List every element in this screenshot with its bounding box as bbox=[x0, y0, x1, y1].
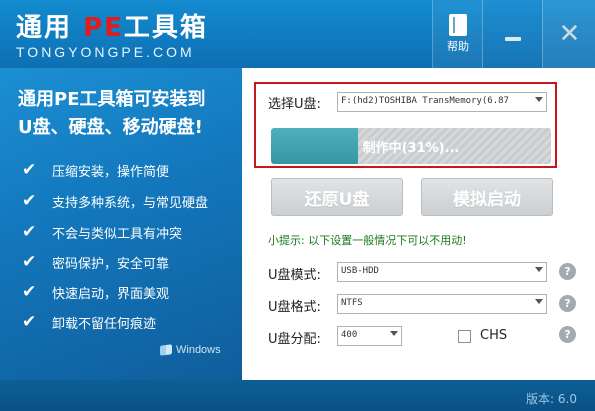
feature-text: 不会与类似工具有冲突 bbox=[52, 226, 183, 242]
windows-flag-icon bbox=[160, 344, 172, 356]
feature-item: ✔ 密码保护，安全可靠 bbox=[22, 252, 169, 272]
feature-text: 支持多种系统，与常见硬盘 bbox=[52, 195, 209, 211]
chs-checkbox[interactable] bbox=[458, 330, 471, 343]
book-icon bbox=[449, 14, 467, 36]
chs-label: CHS bbox=[480, 328, 508, 343]
minimize-icon bbox=[505, 37, 521, 41]
app-window: 通用 PE工具箱 TONGYONGPE.COM 帮助 ✕ 通用PE工具箱可安装到… bbox=[0, 0, 595, 411]
headline-line-2: U盘、硬盘、移动硬盘! bbox=[18, 117, 203, 138]
usb-mode-help-icon[interactable]: ? bbox=[559, 263, 576, 280]
app-title-prefix: 通用 bbox=[16, 13, 84, 43]
usb-mode-value: USB-HDD bbox=[341, 266, 379, 276]
chevron-down-icon bbox=[390, 331, 398, 336]
usb-mode-label: U盘模式: bbox=[268, 268, 321, 283]
feature-text: 密码保护，安全可靠 bbox=[52, 256, 170, 272]
usb-format-label: U盘格式: bbox=[268, 300, 321, 315]
usb-format-value: NTFS bbox=[341, 298, 363, 308]
u-disk-select-value: F:(hd2)TOSHIBA TransMemory(6.87 bbox=[341, 96, 509, 106]
feature-item: ✔ 支持多种系统，与常见硬盘 bbox=[22, 191, 208, 211]
usb-alloc-label: U盘分配: bbox=[268, 332, 321, 347]
check-icon: ✔ bbox=[22, 252, 37, 272]
app-title: 通用 PE工具箱 bbox=[16, 14, 208, 42]
check-icon: ✔ bbox=[22, 312, 37, 332]
close-button[interactable]: ✕ bbox=[542, 0, 595, 68]
minimize-button[interactable] bbox=[482, 0, 543, 68]
restore-u-disk-button[interactable]: 还原U盘 bbox=[271, 178, 403, 216]
usb-mode-select[interactable]: USB-HDD bbox=[337, 262, 547, 282]
feature-item: ✔ 压缩安装，操作简便 bbox=[22, 160, 169, 180]
windows-logo: Windows bbox=[160, 344, 221, 356]
usb-alloc-help-icon[interactable]: ? bbox=[559, 326, 576, 343]
check-icon: ✔ bbox=[22, 282, 37, 302]
version-label: 版本: 6.0 bbox=[526, 392, 577, 406]
app-website: TONGYONGPE.COM bbox=[16, 44, 195, 60]
app-brand: 通用 PE工具箱 TONGYONGPE.COM bbox=[16, 14, 208, 60]
app-title-pe: PE bbox=[83, 13, 124, 43]
check-icon: ✔ bbox=[22, 160, 37, 180]
progress-bar: 制作中(31%)... bbox=[271, 128, 551, 164]
feature-text: 快速启动，界面美观 bbox=[52, 286, 170, 302]
status-bar: 版本: 6.0 bbox=[0, 380, 595, 411]
help-button[interactable]: 帮助 bbox=[432, 0, 483, 68]
usb-alloc-select[interactable]: 400 bbox=[337, 326, 402, 346]
tip-text: 小提示: 以下设置一般情况下可以不用动! bbox=[268, 234, 467, 247]
usb-alloc-value: 400 bbox=[341, 330, 358, 340]
feature-item: ✔ 快速启动，界面美观 bbox=[22, 282, 169, 302]
feature-text: 压缩安装，操作简便 bbox=[52, 164, 170, 180]
feature-item: ✔ 卸载不留任何痕迹 bbox=[22, 312, 156, 332]
app-title-suffix: 工具箱 bbox=[123, 13, 208, 43]
simulate-boot-button[interactable]: 模拟启动 bbox=[421, 178, 553, 216]
feature-text: 卸载不留任何痕迹 bbox=[52, 316, 157, 332]
u-disk-select[interactable]: F:(hd2)TOSHIBA TransMemory(6.87 bbox=[337, 92, 547, 112]
select-u-label: 选择U盘: bbox=[268, 97, 321, 112]
chevron-down-icon bbox=[535, 299, 543, 304]
feature-headline: 通用PE工具箱可安装到 U盘、硬盘、移动硬盘! bbox=[18, 86, 238, 142]
feature-item: ✔ 不会与类似工具有冲突 bbox=[22, 222, 182, 242]
windows-logo-text: Windows bbox=[176, 344, 221, 356]
check-icon: ✔ bbox=[22, 191, 37, 211]
check-icon: ✔ bbox=[22, 222, 37, 242]
title-bar: 通用 PE工具箱 TONGYONGPE.COM 帮助 ✕ bbox=[0, 0, 595, 68]
help-label: 帮助 bbox=[447, 40, 469, 53]
close-icon: ✕ bbox=[558, 19, 581, 49]
usb-format-help-icon[interactable]: ? bbox=[559, 295, 576, 312]
progress-text: 制作中(31%)... bbox=[362, 140, 460, 156]
usb-format-select[interactable]: NTFS bbox=[337, 294, 547, 314]
headline-line-1: 通用PE工具箱可安装到 bbox=[18, 89, 206, 110]
chevron-down-icon bbox=[535, 97, 543, 102]
chevron-down-icon bbox=[535, 267, 543, 272]
feature-panel: 通用PE工具箱可安装到 U盘、硬盘、移动硬盘! ✔ 压缩安装，操作简便 ✔ 支持… bbox=[0, 68, 242, 380]
settings-panel: 选择U盘: F:(hd2)TOSHIBA TransMemory(6.87 制作… bbox=[242, 68, 595, 380]
